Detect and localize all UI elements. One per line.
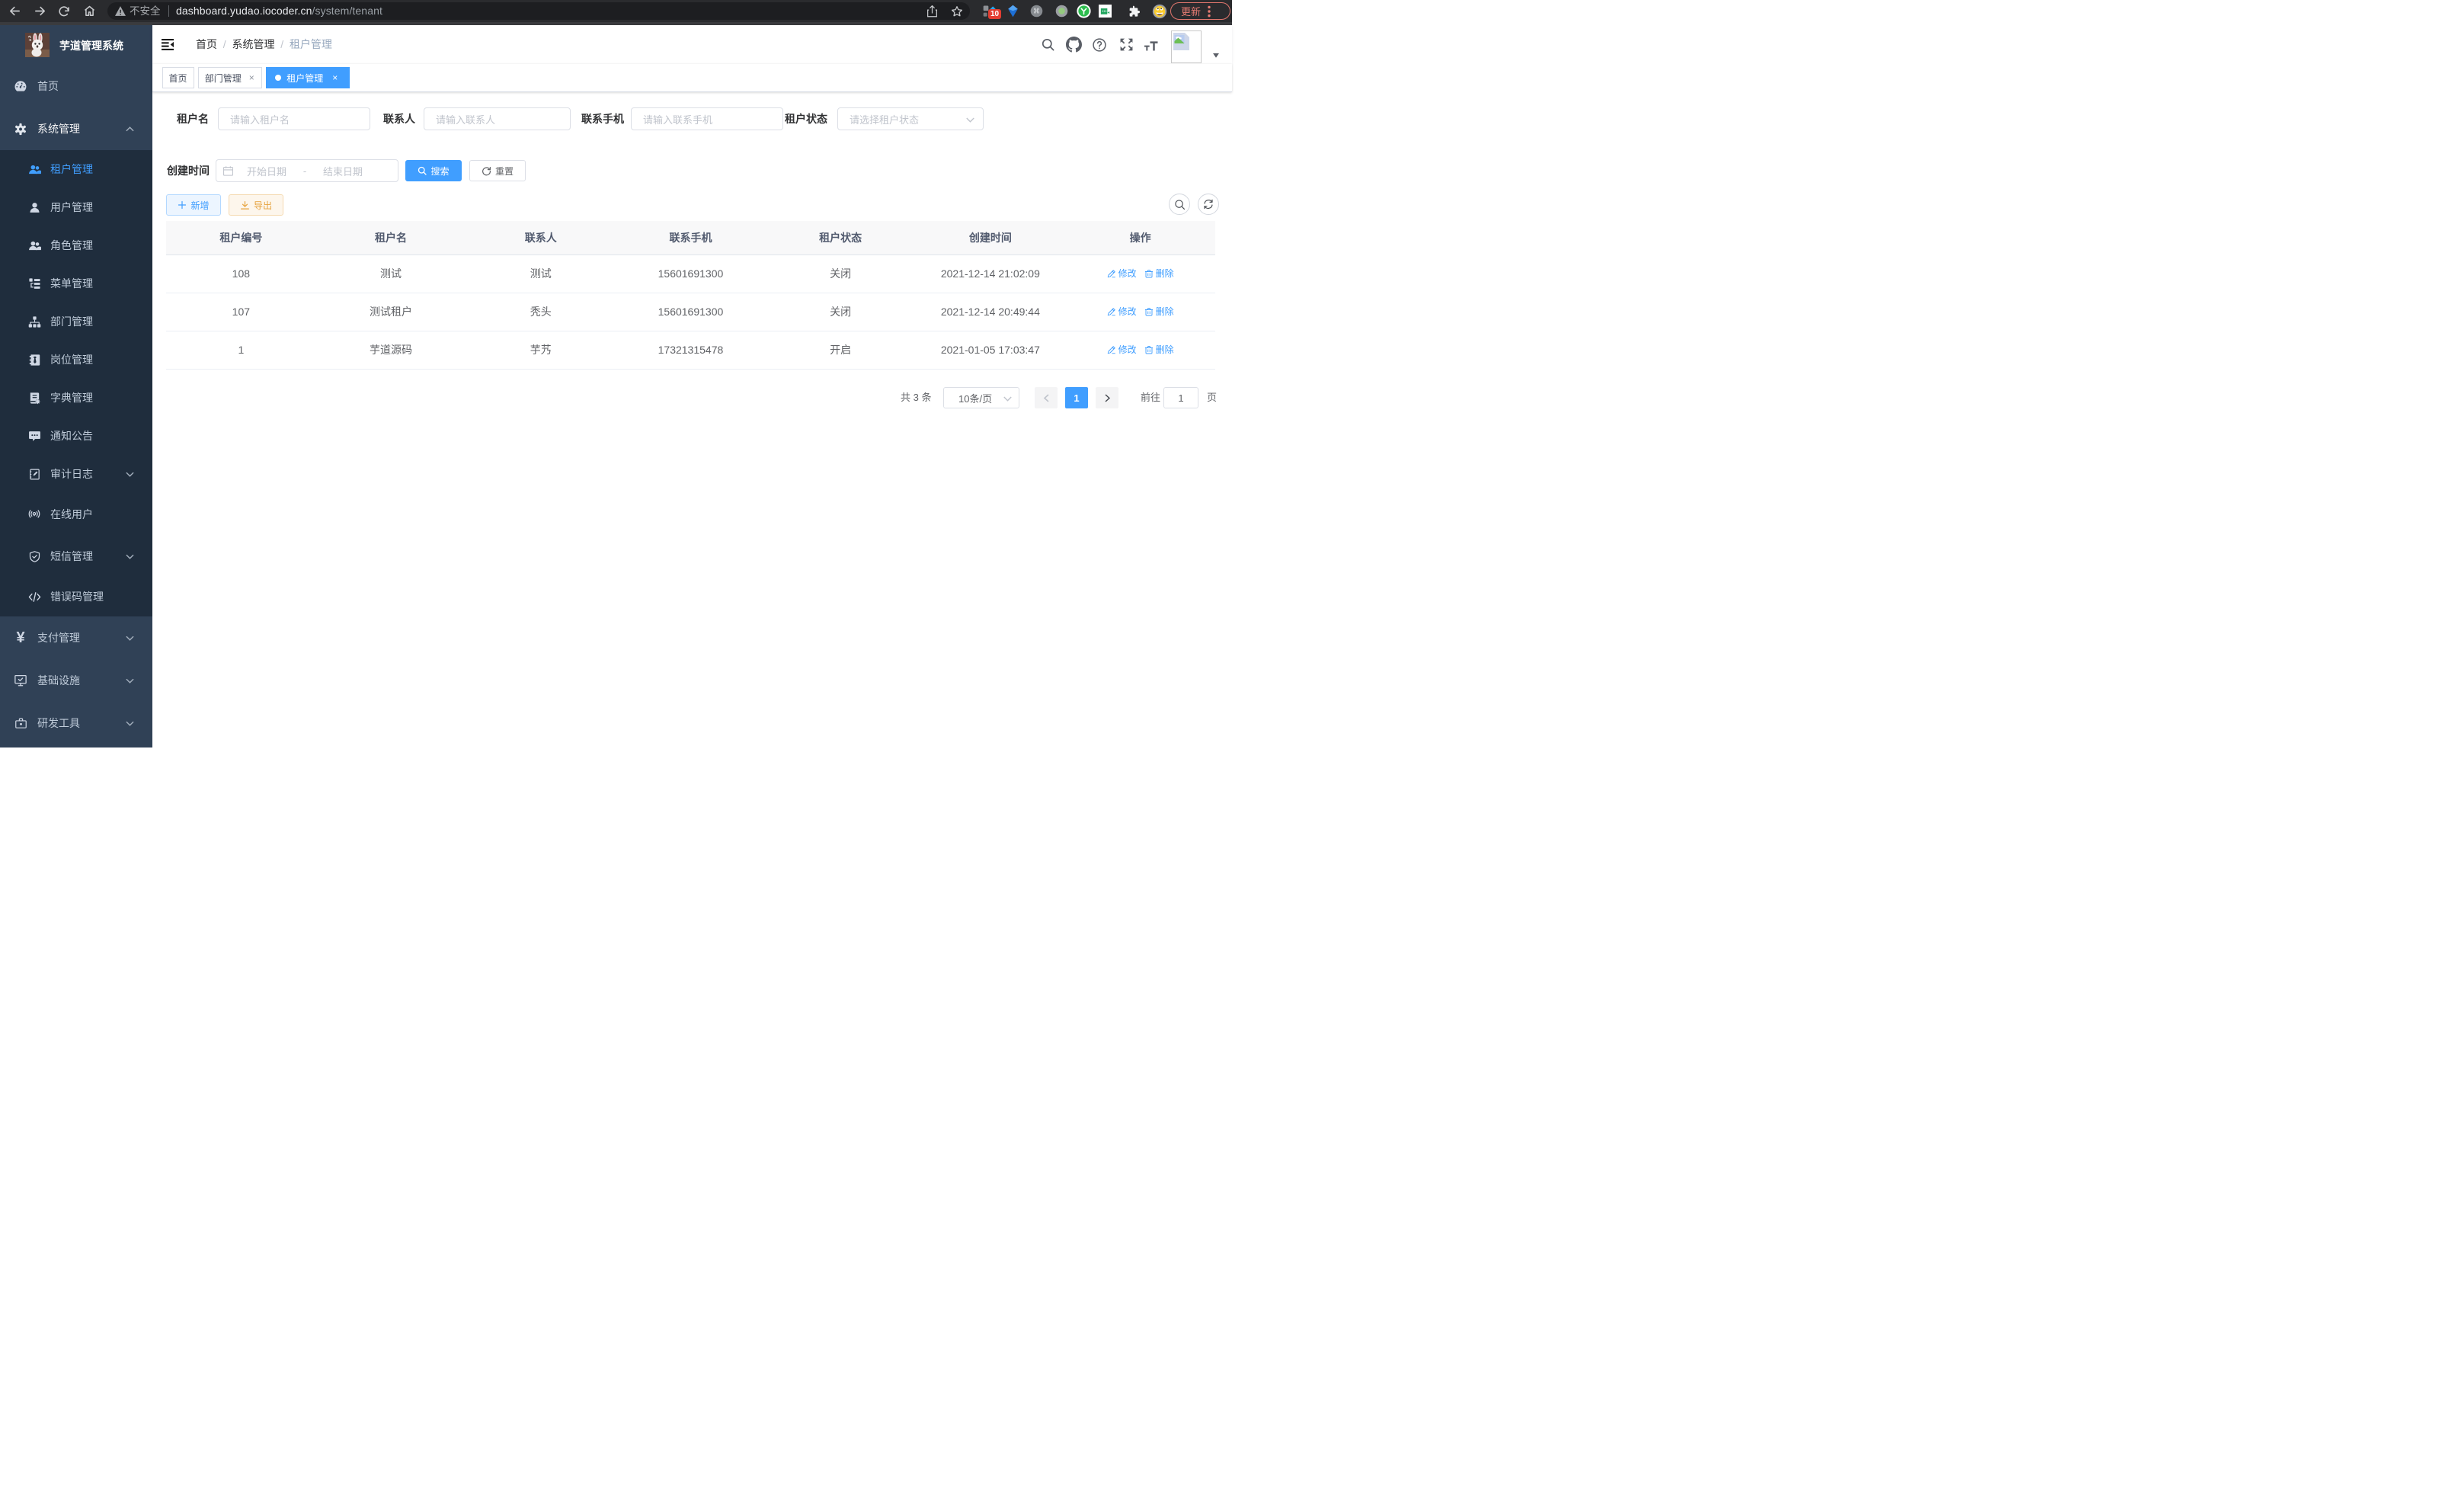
svg-text:⌘: ⌘ xyxy=(1032,8,1039,15)
